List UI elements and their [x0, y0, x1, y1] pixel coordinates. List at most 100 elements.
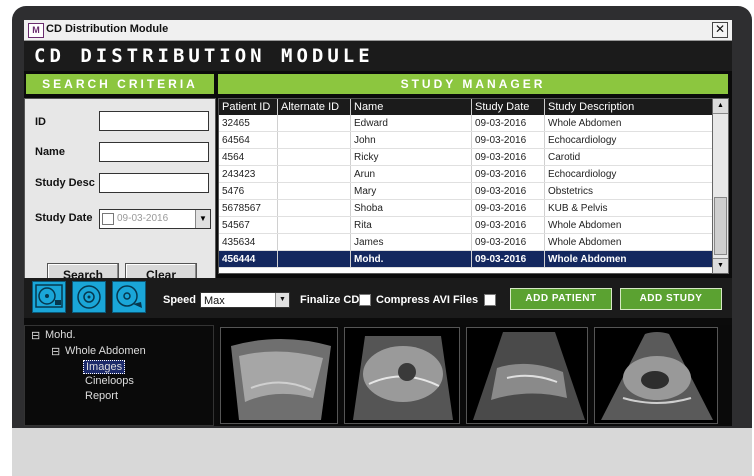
tree-expand-icon[interactable]: ⊟: [31, 329, 40, 342]
table-cell: 09-03-2016: [471, 115, 545, 132]
study-manager-heading: STUDY MANAGER: [218, 74, 728, 94]
table-cell: Whole Abdomen: [544, 216, 722, 234]
table-row[interactable]: 4564 Ricky 09-03-2016 Carotid: [219, 148, 722, 166]
table-cell: Obstetrics: [544, 182, 722, 200]
table-cell: 5476: [219, 182, 278, 200]
study-date-label: Study Date: [35, 212, 93, 224]
speed-label: Speed: [163, 294, 197, 306]
tree-node-cineloops[interactable]: Cineloops: [85, 375, 134, 387]
table-cell: Echocardiology: [544, 165, 722, 183]
add-study-button[interactable]: ADD STUDY: [620, 288, 722, 310]
table-row[interactable]: 435634 James 09-03-2016 Whole Abdomen: [219, 233, 722, 251]
column-patient-id[interactable]: Patient ID: [219, 99, 278, 115]
table-cell: [277, 182, 351, 200]
table-row[interactable]: 54567 Rita 09-03-2016 Whole Abdomen: [219, 216, 722, 234]
search-criteria-heading: SEARCH CRITERIA: [26, 74, 214, 94]
table-scrollbar[interactable]: ▲ ▼: [712, 98, 729, 274]
ultrasound-thumbnail[interactable]: [344, 327, 460, 424]
table-cell: 09-03-2016: [471, 182, 545, 200]
save-disc-icon[interactable]: [112, 281, 146, 313]
study-desc-label: Study Desc: [35, 177, 95, 189]
table-row[interactable]: 5678567 Shoba 09-03-2016 KUB & Pelvis: [219, 199, 722, 217]
table-cell: 5678567: [219, 199, 278, 217]
table-cell: 243423: [219, 165, 278, 183]
table-cell: [277, 233, 351, 251]
table-cell: 09-03-2016: [471, 148, 545, 166]
table-cell: 09-03-2016: [471, 165, 545, 183]
column-name[interactable]: Name: [350, 99, 472, 115]
id-field[interactable]: [99, 111, 209, 131]
image-thumbnails: [218, 325, 732, 426]
column-study-description[interactable]: Study Description: [544, 99, 722, 115]
table-cell: Whole Abdomen: [544, 233, 722, 251]
table-cell: Mary: [350, 182, 472, 200]
table-cell: 4564: [219, 148, 278, 166]
window-title: CD Distribution Module: [46, 23, 169, 35]
table-cell: 09-03-2016: [471, 216, 545, 234]
scroll-thumb[interactable]: [714, 197, 727, 255]
name-field[interactable]: [99, 142, 209, 162]
burn-cd-icon[interactable]: [32, 281, 66, 313]
table-cell: 435634: [219, 233, 278, 251]
page-title: CD DISTRIBUTION MODULE: [34, 45, 374, 67]
table-cell: KUB & Pelvis: [544, 199, 722, 217]
speed-select[interactable]: Max ▼: [200, 292, 290, 308]
study-tree: ⊟ Mohd. ⊟ Whole Abdomen Images Cineloops…: [24, 325, 214, 426]
table-cell: [277, 250, 351, 268]
table-cell: 456444: [219, 250, 278, 268]
table-cell: 09-03-2016: [471, 250, 545, 268]
table-cell: John: [350, 131, 472, 149]
table-row[interactable]: 456444 Mohd. 09-03-2016 Whole Abdomen: [219, 250, 722, 268]
study-table: Patient ID Alternate ID Name Study Date …: [218, 98, 728, 274]
finalize-cd-label: Finalize CD: [300, 294, 360, 306]
study-desc-field[interactable]: [99, 173, 209, 193]
speed-value: Max: [204, 295, 225, 307]
study-date-checkbox[interactable]: [102, 213, 114, 225]
table-cell: Mohd.: [350, 250, 472, 268]
table-cell: 09-03-2016: [471, 199, 545, 217]
table-cell: [277, 148, 351, 166]
tree-node-images[interactable]: Images: [83, 360, 126, 374]
finalize-cd-checkbox[interactable]: [359, 294, 371, 306]
table-cell: [277, 199, 351, 217]
table-row[interactable]: 32465 Edward 09-03-2016 Whole Abdomen: [219, 115, 722, 132]
module-header: CD DISTRIBUTION MODULE: [24, 41, 732, 71]
ultrasound-thumbnail[interactable]: [466, 327, 588, 424]
scroll-up-icon[interactable]: ▲: [713, 99, 728, 114]
disc-icon[interactable]: [72, 281, 106, 313]
ultrasound-thumbnail[interactable]: [220, 327, 338, 424]
scroll-down-icon[interactable]: ▼: [713, 258, 728, 273]
close-button[interactable]: ✕: [712, 22, 728, 38]
table-cell: [277, 115, 351, 132]
table-cell: 32465: [219, 115, 278, 132]
study-date-picker[interactable]: 09-03-2016 ▼: [99, 209, 211, 229]
column-study-date[interactable]: Study Date: [471, 99, 545, 115]
tree-node-study[interactable]: Whole Abdomen: [65, 345, 146, 357]
action-toolbar: Speed Max ▼ Finalize CD Compress AVI Fil…: [24, 278, 732, 318]
table-cell: Edward: [350, 115, 472, 132]
add-patient-button[interactable]: ADD PATIENT: [510, 288, 612, 310]
search-panel: ID Name Study Desc Study Date 09-03-2016…: [24, 98, 216, 290]
column-alternate-id[interactable]: Alternate ID: [277, 99, 351, 115]
compress-avi-label: Compress AVI Files: [376, 294, 479, 306]
title-bar: M CD Distribution Module ✕: [24, 20, 732, 41]
table-cell: 54567: [219, 216, 278, 234]
table-header-row: Patient ID Alternate ID Name Study Date …: [219, 99, 722, 115]
table-row[interactable]: 243423 Arun 09-03-2016 Echocardiology: [219, 165, 722, 183]
app-window: M CD Distribution Module ✕ CD DISTRIBUTI…: [24, 20, 732, 426]
table-cell: 09-03-2016: [471, 233, 545, 251]
table-cell: James: [350, 233, 472, 251]
table-cell: Echocardiology: [544, 131, 722, 149]
ultrasound-thumbnail[interactable]: [594, 327, 718, 424]
chevron-down-icon[interactable]: ▼: [275, 293, 289, 307]
tree-expand-icon[interactable]: ⊟: [51, 345, 60, 358]
chevron-down-icon[interactable]: ▼: [195, 210, 210, 228]
table-row[interactable]: 5476 Mary 09-03-2016 Obstetrics: [219, 182, 722, 200]
tree-node-patient[interactable]: Mohd.: [45, 329, 76, 341]
table-cell: Rita: [350, 216, 472, 234]
table-cell: Arun: [350, 165, 472, 183]
table-cell: 09-03-2016: [471, 131, 545, 149]
table-row[interactable]: 64564 John 09-03-2016 Echocardiology: [219, 131, 722, 149]
tree-node-report[interactable]: Report: [85, 390, 118, 402]
compress-avi-checkbox[interactable]: [484, 294, 496, 306]
